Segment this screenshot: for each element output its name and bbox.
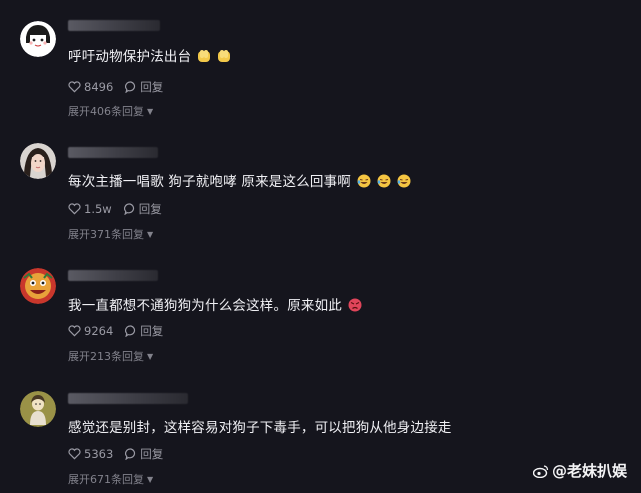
like-count: 5363 <box>84 447 114 461</box>
expand-replies-label: 展开671条回复 <box>68 473 144 486</box>
heart-icon <box>68 448 81 460</box>
reply-button[interactable]: 回复 <box>125 79 163 95</box>
reply-label: 回复 <box>138 202 162 216</box>
like-button[interactable]: 8496 <box>68 80 113 94</box>
laugh-cry-emoji-icon <box>377 174 391 188</box>
expand-replies-button[interactable]: 展开671条回复 ▼ <box>68 471 153 487</box>
chat-bubble-icon <box>125 325 136 337</box>
username-blurred[interactable] <box>68 270 158 281</box>
like-count: 9264 <box>84 324 114 338</box>
laugh-cry-emoji-icon <box>397 174 411 188</box>
pray-emoji-icon <box>197 49 211 63</box>
chevron-down-icon: ▼ <box>147 106 154 116</box>
expand-replies-button[interactable]: 展开213条回复 ▼ <box>68 348 153 364</box>
watermark-text: @老妹扒娱 <box>551 462 627 480</box>
like-button[interactable]: 9264 <box>68 324 113 338</box>
comment-text: 感觉还是别封，这样容易对狗子下毒手，可以把狗从他身边接走 <box>68 420 452 436</box>
reply-label: 回复 <box>140 324 164 338</box>
username-blurred[interactable] <box>68 20 160 31</box>
chevron-down-icon: ▼ <box>147 474 154 484</box>
avatar[interactable] <box>20 391 56 427</box>
chat-bubble-icon <box>125 448 136 460</box>
pray-emoji-icon <box>217 49 231 63</box>
comment-actions: 9264 回复 <box>68 323 175 339</box>
username-blurred[interactable] <box>68 147 158 158</box>
chevron-down-icon: ▼ <box>147 229 154 239</box>
comment-actions: 8496 回复 <box>68 79 175 95</box>
angry-emoji-icon <box>348 298 362 312</box>
avatar[interactable] <box>20 143 56 179</box>
expand-replies-label: 展开213条回复 <box>68 350 144 363</box>
like-button[interactable]: 1.5w <box>68 202 112 216</box>
chevron-down-icon: ▼ <box>147 351 154 361</box>
comment-text: 每次主播一唱歌 狗子就咆哮 原来是这么回事啊 <box>68 170 411 190</box>
reply-button[interactable]: 回复 <box>125 323 163 339</box>
reply-button[interactable]: 回复 <box>125 446 163 462</box>
like-count: 8496 <box>84 80 114 94</box>
expand-replies-label: 展开406条回复 <box>68 105 144 118</box>
avatar[interactable] <box>20 21 56 57</box>
avatar[interactable] <box>20 268 56 304</box>
expand-replies-button[interactable]: 展开406条回复 ▼ <box>68 103 153 119</box>
reply-label: 回复 <box>140 447 164 461</box>
heart-icon <box>68 203 81 215</box>
heart-icon <box>68 325 81 337</box>
laugh-cry-emoji-icon <box>357 174 371 188</box>
comment-text: 呼吁动物保护法出台 <box>68 45 231 65</box>
heart-icon <box>68 81 81 93</box>
watermark: @老妹扒娱 <box>532 460 627 481</box>
comment-actions: 1.5w 回复 <box>68 201 174 217</box>
chat-bubble-icon <box>125 81 136 93</box>
comment-text: 我一直都想不通狗狗为什么会这样。原来如此 <box>68 294 362 314</box>
reply-button[interactable]: 回复 <box>123 201 162 217</box>
reply-label: 回复 <box>140 80 164 94</box>
comment-actions: 5363 回复 <box>68 446 175 462</box>
chat-bubble-icon <box>123 203 134 215</box>
username-blurred[interactable] <box>68 393 188 404</box>
like-count: 1.5w <box>84 202 112 216</box>
like-button[interactable]: 5363 <box>68 447 113 461</box>
expand-replies-button[interactable]: 展开371条回复 ▼ <box>68 226 153 242</box>
weibo-icon <box>532 464 549 478</box>
expand-replies-label: 展开371条回复 <box>68 228 144 241</box>
